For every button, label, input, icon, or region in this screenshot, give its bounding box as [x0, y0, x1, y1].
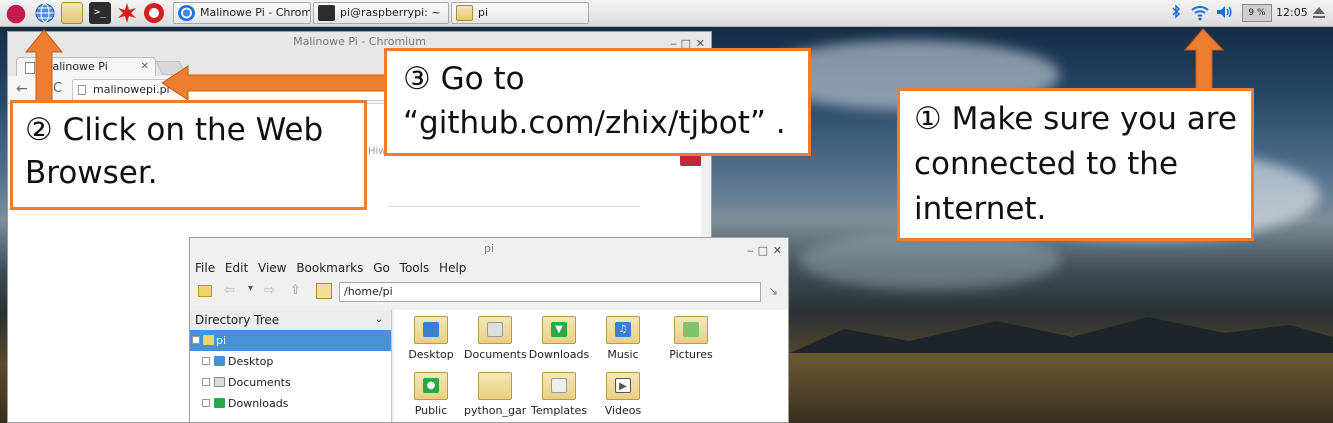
callout-step2: ② Click on the Web Browser. — [10, 100, 367, 210]
arrow-up-to-browser — [24, 29, 64, 105]
callout-step3: ③ Go to “github.com/zhix/tjbot” . — [384, 48, 811, 156]
arrow-up-to-wifi — [1183, 28, 1225, 91]
arrow-left-to-address-bar — [161, 65, 389, 101]
callout-step1: ① Make sure you are connected to the int… — [897, 88, 1254, 241]
